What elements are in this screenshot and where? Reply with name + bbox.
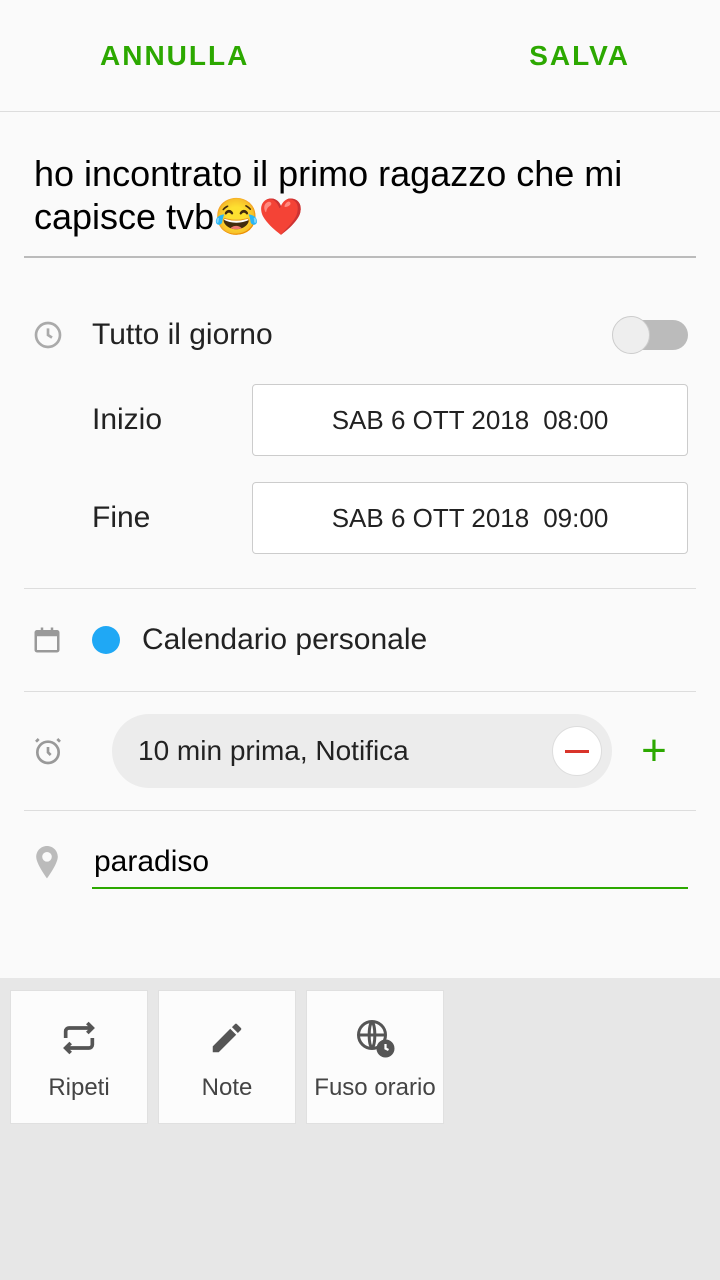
minus-icon — [565, 750, 589, 753]
calendar-name: Calendario personale — [142, 623, 688, 657]
globe-clock-icon — [354, 1012, 396, 1064]
reminder-chip[interactable]: 10 min prima, Notifica — [112, 714, 612, 788]
repeat-label: Ripeti — [48, 1074, 109, 1102]
start-time: 08:00 — [543, 405, 608, 436]
location-input[interactable] — [92, 839, 688, 889]
notes-tile[interactable]: Note — [158, 990, 296, 1124]
allday-toggle[interactable] — [614, 320, 688, 350]
start-date: SAB 6 OTT 2018 — [332, 405, 530, 436]
start-label: Inizio — [92, 403, 252, 437]
calendar-color-dot — [92, 626, 120, 654]
clock-icon — [32, 319, 92, 351]
repeat-icon — [59, 1012, 99, 1064]
note-icon — [208, 1012, 246, 1064]
remove-reminder-button[interactable] — [552, 726, 602, 776]
end-time: 09:00 — [543, 503, 608, 534]
reminder-text: 10 min prima, Notifica — [138, 735, 552, 767]
calendar-selector[interactable]: Calendario personale — [24, 589, 696, 692]
cancel-button[interactable]: ANNULLA — [100, 40, 249, 72]
allday-label: Tutto il giorno — [92, 318, 614, 352]
calendar-icon — [32, 625, 92, 655]
event-title-field[interactable]: ho incontrato il primo ragazzo che mi ca… — [24, 112, 696, 258]
event-title-text: ho incontrato il primo ragazzo che mi ca… — [34, 152, 686, 238]
end-datetime-button[interactable]: SAB 6 OTT 2018 09:00 — [252, 482, 688, 554]
notes-label: Note — [202, 1074, 253, 1102]
alarm-icon — [32, 735, 92, 767]
start-datetime-button[interactable]: SAB 6 OTT 2018 08:00 — [252, 384, 688, 456]
save-button[interactable]: SALVA — [529, 40, 630, 72]
timezone-label: Fuso orario — [314, 1074, 435, 1102]
end-label: Fine — [92, 501, 252, 535]
repeat-tile[interactable]: Ripeti — [10, 990, 148, 1124]
end-date: SAB 6 OTT 2018 — [332, 503, 530, 534]
location-pin-icon — [32, 846, 92, 882]
add-reminder-button[interactable]: + — [632, 729, 676, 773]
timezone-tile[interactable]: Fuso orario — [306, 990, 444, 1124]
